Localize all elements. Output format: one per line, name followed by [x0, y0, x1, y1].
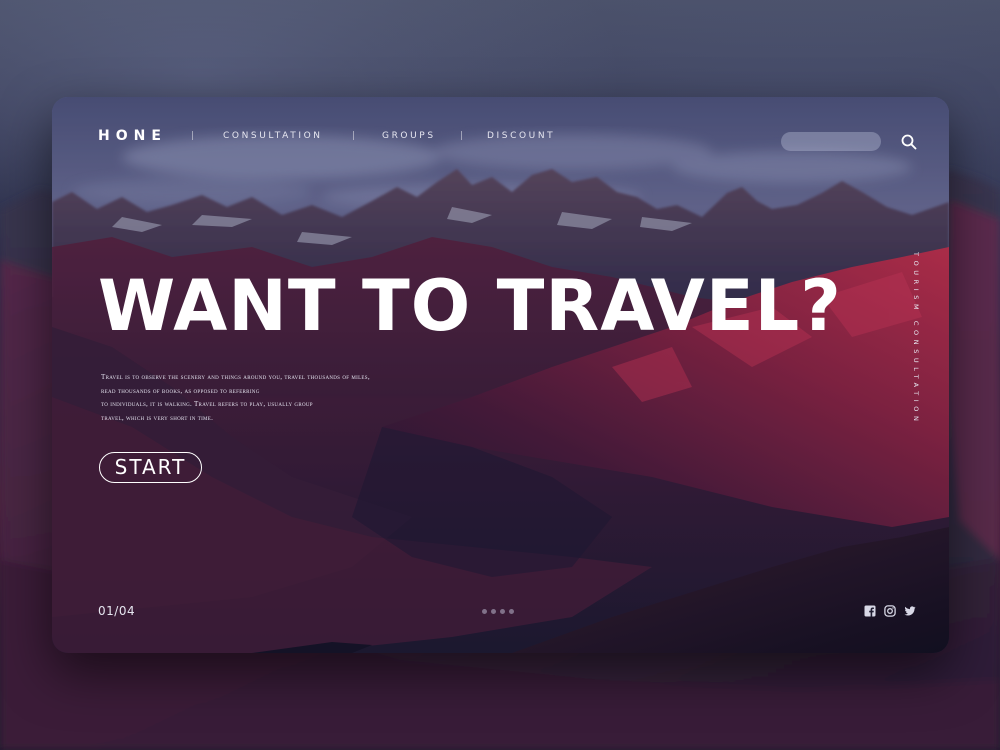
- description-line: to individuals, it is walking. Travel re…: [101, 400, 313, 408]
- search-icon[interactable]: [901, 134, 917, 150]
- facebook-icon[interactable]: [864, 605, 876, 617]
- nav-item-groups[interactable]: GROUPS: [382, 131, 436, 141]
- top-nav: HONE CONSULTATION GROUPS DISCOUNT: [52, 97, 949, 177]
- nav-item-discount[interactable]: DISCOUNT: [487, 131, 555, 141]
- description-line: Travel is to observe the scenery and thi…: [101, 373, 370, 381]
- nav-item-consultation[interactable]: CONSULTATION: [223, 131, 323, 141]
- logo[interactable]: HONE: [98, 128, 167, 144]
- slide-dot[interactable]: [491, 609, 496, 614]
- description-line: read thousands of books, as opposed to r…: [101, 386, 260, 395]
- slide-dot[interactable]: [509, 609, 514, 614]
- twitter-icon[interactable]: [904, 605, 916, 617]
- slide-dot[interactable]: [500, 609, 505, 614]
- social-links: [864, 605, 916, 617]
- hero-card: HONE CONSULTATION GROUPS DISCOUNT WANT T…: [52, 97, 949, 653]
- side-label: TOURISM CONSULTATION: [912, 252, 920, 426]
- slide-counter: 01/04: [98, 604, 136, 618]
- hero-description: Travel is to observe the scenery and thi…: [101, 371, 401, 425]
- slide-dot[interactable]: [482, 609, 487, 614]
- search-input[interactable]: [781, 132, 881, 151]
- nav-separator: [192, 131, 193, 140]
- instagram-icon[interactable]: [884, 605, 896, 617]
- nav-separator: [353, 131, 354, 140]
- slide-dots: [482, 609, 514, 614]
- hero-headline: WANT TO TRAVEL?: [98, 265, 842, 347]
- description-line: travel, which is very short in time.: [101, 413, 214, 422]
- page: HONE CONSULTATION GROUPS DISCOUNT WANT T…: [0, 0, 1000, 750]
- start-button[interactable]: START: [99, 452, 202, 483]
- nav-separator: [461, 131, 462, 140]
